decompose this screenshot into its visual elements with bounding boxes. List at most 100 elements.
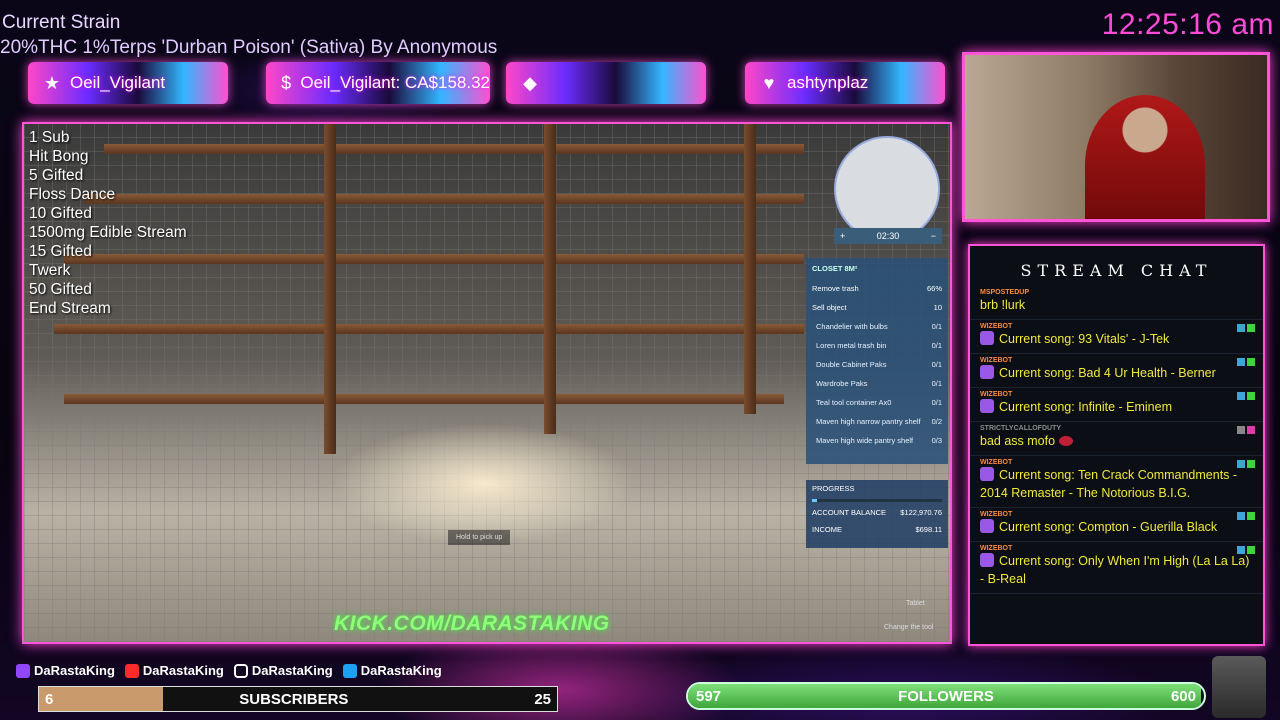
zoom-out-button[interactable]: − [931,231,936,241]
bot-badge-icon [1247,392,1255,400]
goal-list: 1 Sub Hit Bong 5 Gifted Floss Dance 10 G… [29,128,187,318]
progress-label: PROGRESS [812,484,855,493]
chat-message: WIZEBOT Current song: Compton - Guerilla… [970,508,1263,542]
mod-badge-icon [1237,546,1245,554]
stats-panel: PROGRESS ACCOUNT BALANCE $122,970.76 INCO… [806,480,948,548]
goal-item: Floss Dance [29,186,116,203]
tablet-hint: Tablet [906,600,925,607]
task-row: Sell object 10 [812,303,942,312]
chat-message: WIZEBOT Current song: Ten Crack Commandm… [970,456,1263,508]
task-row: Double Cabinet Paks 0/1 [816,360,942,369]
shelf-board [104,144,804,154]
subscriber-goal: 25 [534,690,551,708]
strain-description: 20%THC 1%Terps 'Durban Poison' (Sativa) … [0,37,498,58]
heart-icon: ♥ [763,73,775,93]
chat-username: MSPOSTEDUP [980,289,1030,296]
chat-text: Current song: Bad 4 Ur Health - Berner [980,364,1253,382]
task-row: Maven high narrow pantry shelf 0/2 [816,417,942,426]
twitter-icon [342,663,357,678]
progress-bar [812,499,942,502]
task-row: Maven high wide pantry shelf 0/3 [816,436,942,445]
bot-badge-icon [1247,460,1255,468]
task-row: Teal tool container Ax0 0/1 [816,398,942,407]
mod-badge-icon [1237,392,1245,400]
zoom-in-button[interactable]: + [840,231,845,241]
alert-label: ashtynplaz [787,73,869,92]
chat-username: STRICTLYCALLOFDUTY [980,425,1062,432]
task-row: Wardrobe Paks 0/1 [816,379,942,388]
subscriber-current: 6 [45,690,54,708]
shelf-board [64,394,784,404]
chat-message: WIZEBOT Current song: 93 Vitals' - J-Tek [970,320,1263,354]
income-row: INCOME $698.11 [812,525,942,534]
social-twitch[interactable]: DaRastaKing [16,663,115,678]
chat-username: WIZEBOT [980,391,1013,398]
kick-url: KICK.COM/DARASTAKING [334,612,610,635]
shelf-post [324,124,336,454]
chat-username: WIZEBOT [980,323,1013,330]
chat-text: Current song: Infinite - Eminem [980,398,1253,416]
music-note-icon [980,553,994,567]
goal-item: 1 Sub [29,129,70,146]
chat-text: bad ass mofo [980,432,1253,450]
chat-title: STREAM CHAT [1020,261,1213,280]
follower-goal-bar: 597 FOLLOWERS 600 [686,682,1206,710]
chat-message: WIZEBOT Current song: Only When I'm High… [970,542,1263,594]
social-twitter[interactable]: DaRastaKing [342,663,442,678]
subscriber-progress-fill [39,687,164,711]
task-row: Loren metal trash bin 0/1 [816,341,942,350]
stream-chat: STREAM CHAT MSPOSTEDUP brb !lurk WIZEBOT… [968,244,1265,646]
bot-badge-icon [1247,512,1255,520]
alert-gem: ◆ [506,62,706,104]
mod-badge-icon [1237,324,1245,332]
chat-message: MSPOSTEDUP brb !lurk [970,286,1263,320]
social-youtube[interactable]: DaRastaKing [124,663,224,678]
chat-text: Current song: Only When I'm High (La La … [980,553,1250,586]
instagram-icon [233,663,248,678]
goal-item: 5 Gifted [29,167,84,184]
chat-text: brb !lurk [980,298,1026,312]
chat-message: WIZEBOT Current song: Bad 4 Ur Health - … [970,354,1263,388]
goal-item: 50 Gifted [29,281,92,298]
mod-badge-icon [1237,358,1245,366]
chat-message: WIZEBOT Current song: Infinite - Eminem [970,388,1263,422]
bot-badge-icon [1247,546,1255,554]
goal-item: Twerk [29,262,71,279]
subscriber-label: SUBSCRIBERS [239,690,349,708]
strain-title: Current Strain [2,12,121,33]
chat-message: STRICTLYCALLOFDUTY bad ass mofo [970,422,1263,456]
task-panel: CLOSET 8M² Remove trash 66% Sell object 10… [806,258,948,464]
mod-badge-icon [1237,460,1245,468]
game-view[interactable]: 1 Sub Hit Bong 5 Gifted Floss Dance 10 G… [22,122,952,644]
minimap[interactable] [834,136,940,242]
social-instagram[interactable]: DaRastaKing [233,663,333,678]
alert-follower: ★ Oeil_Vigilant [28,62,228,104]
shelf-post [544,124,556,434]
music-note-icon [980,467,994,481]
music-note-icon [980,519,994,533]
follower-current: 597 [696,687,722,705]
alert-donation: $ Oeil_Vigilant: CA$158.32 [266,62,490,104]
pickup-hint: Hold to pick up [448,530,511,545]
follower-goal: 600 [1170,687,1196,705]
alert-label: Oeil_Vigilant: CA$158.32 [300,73,490,92]
minimap-timer: 02:30 [876,231,900,241]
subscriber-goal-bar: 6 SUBSCRIBERS 25 [38,686,558,712]
chat-text: Current song: 93 Vitals' - J-Tek [980,330,1253,348]
social-links: DaRastaKing DaRastaKing DaRastaKing DaRa… [16,663,442,678]
music-note-icon [980,399,994,413]
account-balance-row: ACCOUNT BALANCE $122,970.76 [812,508,942,517]
shelf-post [744,124,756,414]
shelf-board [84,194,804,204]
chat-username: WIZEBOT [980,545,1013,552]
streamer [1085,95,1205,219]
emote-icon [1059,436,1074,446]
chat-username: WIZEBOT [980,511,1013,518]
mod-badge-icon [1237,512,1245,520]
chat-username: WIZEBOT [980,357,1013,364]
bits-badge-icon [1237,426,1245,434]
shelf-board [54,324,804,334]
change-tool-hint: Change the tool [884,624,934,631]
goal-item: 1500mg Edible Stream [29,224,187,241]
star-icon: ★ [43,73,61,93]
